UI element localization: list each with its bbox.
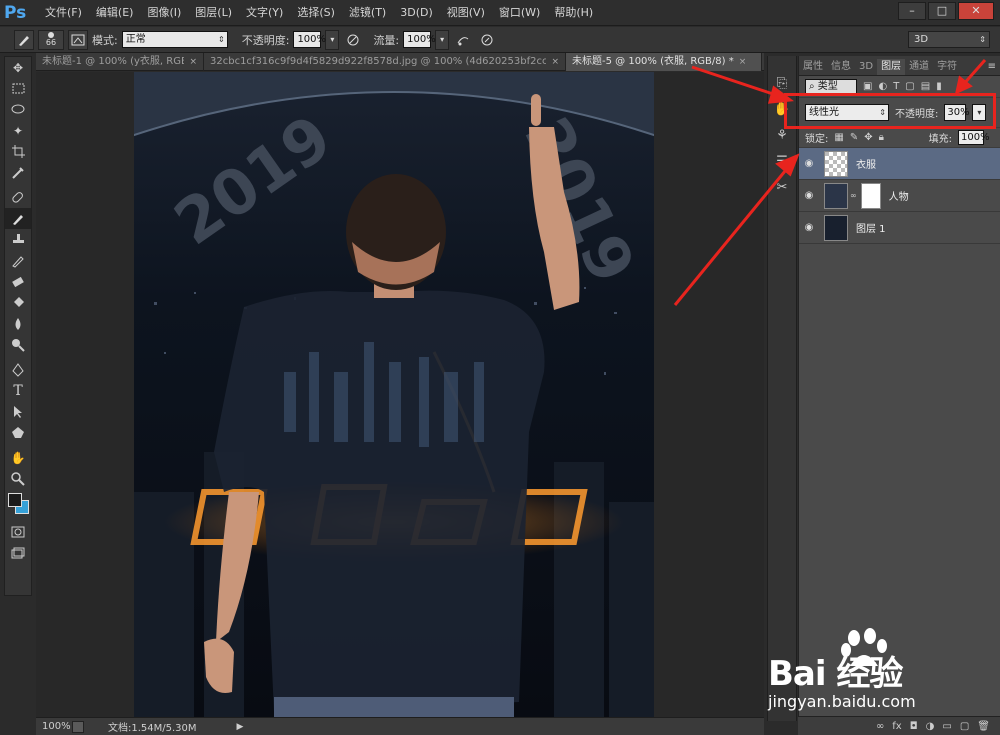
watermark-url: jingyan.baidu.com [768, 692, 916, 711]
watermark-brand: Bai 经验 [768, 654, 903, 694]
arrowhead-layer [775, 153, 800, 177]
annotation-arrows [673, 59, 987, 306]
arrowhead-top [767, 85, 794, 104]
annotation-arrow-layer [673, 164, 792, 306]
annotation-arrow-top [691, 65, 783, 99]
photoshop-window: Ps 文件(F) 编辑(E) 图像(I) 图层(L) 文字(Y) 选择(S) 滤… [0, 0, 1000, 735]
baidu-watermark: Bai 经验 jingyan.baidu.com [768, 628, 994, 718]
